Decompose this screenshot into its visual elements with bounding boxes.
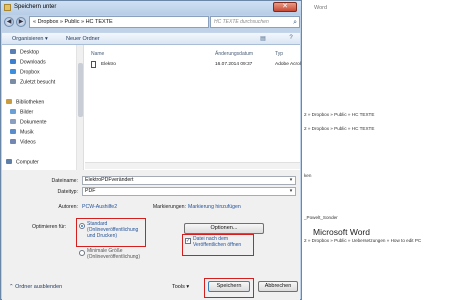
path-breadcrumb[interactable]: « Dropbox » Public » HC TEXTE xyxy=(29,16,209,28)
open-after-publish-label[interactable]: Datei nach dem Veröffentlichen öffnen xyxy=(193,236,253,248)
minimal-option-label[interactable]: Minimale Größe (Onlineveröffentlichung) xyxy=(87,248,143,260)
filename-value: ElektroPDFverändert xyxy=(85,177,134,183)
help-icon[interactable]: ? xyxy=(286,35,296,43)
file-type: Adobe Acrol xyxy=(275,62,301,67)
column-header-date[interactable]: Änderungsdatum xyxy=(215,51,253,57)
cancel-button[interactable]: Abbrechen xyxy=(258,281,298,292)
back-icon[interactable]: ◀ xyxy=(4,17,14,27)
nav-item-documents[interactable]: Dokumente xyxy=(10,119,47,127)
tools-menu[interactable]: Tools ▾ xyxy=(172,284,189,290)
organize-menu[interactable]: Organisieren ▾ xyxy=(12,36,48,42)
background-path-line[interactable]: 2 » Dropbox » Public » Uebersetzungen » … xyxy=(304,238,421,243)
background-heading: Microsoft Word xyxy=(313,227,370,237)
nav-item-music[interactable]: Musik xyxy=(10,129,34,137)
filetype-value: PDF xyxy=(85,188,96,194)
background-window: Word 2 » Dropbox » Public » HC TEXTE 2 »… xyxy=(300,0,450,300)
file-name: Elektro xyxy=(101,62,116,67)
background-title: Word xyxy=(314,5,328,11)
forward-icon[interactable]: ▶ xyxy=(16,17,26,27)
dialog-title: Speichern unter xyxy=(14,4,57,10)
libraries-icon xyxy=(6,99,12,104)
nav-item-desktop[interactable]: Desktop xyxy=(10,49,39,57)
authors-label: Autoren: xyxy=(58,204,78,210)
tools-label: Tools xyxy=(172,284,185,290)
toolbar: Organisieren ▾ Neuer Ordner ▤ ? xyxy=(2,32,300,45)
view-options-icon[interactable]: ▤ xyxy=(258,35,268,43)
nav-item-libraries[interactable]: Bibliotheken xyxy=(6,99,44,107)
nav-item-recent[interactable]: Zuletzt besucht xyxy=(10,79,55,87)
radio-minimal[interactable] xyxy=(79,250,85,256)
hide-folders-toggle[interactable]: ⌃ Ordner ausblenden xyxy=(9,284,62,290)
close-button[interactable]: ✕ xyxy=(273,2,297,12)
new-folder-button[interactable]: Neuer Ordner xyxy=(66,36,100,42)
search-icon[interactable]: ⌕ xyxy=(293,18,297,28)
address-bar: ◀ ▶ « Dropbox » Public » HC TEXTE HC TEX… xyxy=(4,16,300,28)
chevron-down-icon[interactable]: ▾ xyxy=(287,177,295,184)
nav-label: Dokumente xyxy=(20,119,47,126)
filename-label: Dateiname: xyxy=(51,178,78,184)
title-bar[interactable]: Speichern unter ✕ xyxy=(1,1,301,15)
documents-icon xyxy=(10,119,16,124)
pdf-file-icon xyxy=(91,61,96,68)
nav-item-pictures[interactable]: Bilder xyxy=(10,109,33,117)
search-placeholder: HC TEXTE durchsuchen xyxy=(214,19,269,25)
scroll-thumb[interactable] xyxy=(78,63,83,117)
hide-folders-label: Ordner ausblenden xyxy=(15,284,63,290)
horizontal-scrollbar[interactable] xyxy=(85,162,300,169)
chevron-down-icon[interactable]: ▾ xyxy=(287,188,295,195)
recent-places-icon xyxy=(10,79,16,84)
nav-label: Videos xyxy=(20,139,36,146)
save-button[interactable]: Speichern xyxy=(208,281,250,292)
pictures-icon xyxy=(10,109,16,114)
folder-icon xyxy=(4,4,11,11)
nav-scrollbar[interactable] xyxy=(76,45,83,170)
standard-option-label[interactable]: Standard (Onlineveröffentlichung und Dru… xyxy=(87,221,143,239)
nav-label: Desktop xyxy=(20,49,40,56)
nav-label: Musik xyxy=(20,129,34,136)
file-date: 16.07.2014 09:37 xyxy=(215,62,253,67)
save-as-dialog: Speichern unter ✕ ◀ ▶ « Dropbox » Public… xyxy=(0,0,302,300)
column-header-type[interactable]: Typ xyxy=(275,51,283,57)
nav-label: Dropbox xyxy=(20,69,40,76)
computer-icon xyxy=(6,159,12,164)
filetype-label: Dateityp: xyxy=(57,189,78,195)
file-row[interactable]: Elektro 16.07.2014 09:37 Adobe Acrol xyxy=(89,61,301,69)
dropbox-icon xyxy=(10,69,16,74)
nav-label: Computer xyxy=(16,159,39,166)
nav-label: Bibliotheken xyxy=(16,99,45,106)
radio-standard[interactable] xyxy=(79,223,85,229)
browser-pane: Desktop Downloads Dropbox Zuletzt besuch… xyxy=(2,45,301,170)
nav-item-computer[interactable]: Computer xyxy=(6,159,39,167)
nav-item-videos[interactable]: Videos xyxy=(10,139,36,147)
options-button[interactable]: Optionen... xyxy=(184,223,264,234)
save-form: Dateiname: ElektroPDFverändert ▾ Dateity… xyxy=(2,170,300,300)
authors-value[interactable]: PCW-Aushilfe2 xyxy=(82,204,117,210)
nav-item-downloads[interactable]: Downloads xyxy=(10,59,46,67)
nav-item-dropbox[interactable]: Dropbox xyxy=(10,69,40,77)
search-input[interactable]: HC TEXTE durchsuchen ⌕ xyxy=(210,16,300,28)
tags-value[interactable]: Markierung hinzufügen xyxy=(188,204,241,210)
desktop-icon xyxy=(10,49,16,54)
background-path-line[interactable]: 2 » Dropbox » Public » HC TEXTE xyxy=(304,126,374,131)
music-icon xyxy=(10,129,16,134)
tags-label: Markierungen: xyxy=(152,204,186,210)
background-path-line[interactable]: ken xyxy=(304,173,311,178)
nav-label: Downloads xyxy=(20,59,46,66)
downloads-icon xyxy=(10,59,16,64)
open-after-publish-checkbox[interactable]: ✓ xyxy=(185,238,191,244)
filetype-select[interactable]: PDF ▾ xyxy=(82,187,296,196)
filename-field[interactable]: ElektroPDFverändert ▾ xyxy=(82,176,296,185)
background-path-line[interactable]: 2 » Dropbox » Public » HC TEXTE xyxy=(304,112,374,117)
background-path-line[interactable]: _Powelt_Sonder xyxy=(304,215,338,220)
videos-icon xyxy=(10,139,16,144)
navigation-pane: Desktop Downloads Dropbox Zuletzt besuch… xyxy=(2,45,84,170)
nav-label: Bilder xyxy=(20,109,34,116)
column-header-name[interactable]: Name xyxy=(91,51,104,57)
file-list: Name Änderungsdatum Typ Elektro 16.07.20… xyxy=(85,45,301,170)
nav-label: Zuletzt besucht xyxy=(20,79,56,86)
optimize-label: Optimieren für: xyxy=(32,224,67,230)
